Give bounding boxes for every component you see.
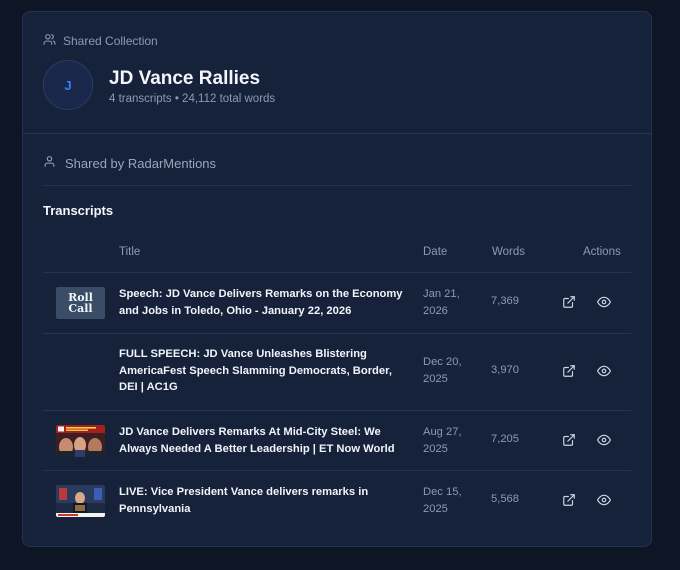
- table-row[interactable]: JD Vance Delivers Remarks At Mid-City St…: [43, 411, 631, 471]
- page-title: JD Vance Rallies: [109, 68, 261, 89]
- row-title[interactable]: LIVE: Vice President Vance delivers rema…: [119, 484, 404, 517]
- user-icon: [43, 155, 56, 171]
- thumbnail-label: Roll Call: [68, 291, 93, 315]
- collection-kicker-label: Shared Collection: [63, 34, 158, 48]
- column-actions: Actions: [583, 246, 621, 258]
- thumbnail-image: [56, 425, 105, 457]
- shared-by-label: Shared by RadarMentions: [65, 155, 217, 171]
- shared-by: Shared by RadarMentions: [43, 155, 216, 171]
- row-date: Dec 20, 2025: [423, 356, 462, 385]
- row-words: 5,568: [491, 493, 519, 505]
- row-words: 7,205: [491, 433, 519, 445]
- eye-icon[interactable]: [597, 433, 611, 447]
- table-header: Title Date Words Actions: [43, 236, 631, 273]
- row-words: 3,970: [491, 364, 519, 376]
- table-row[interactable]: Roll Call Speech: JD Vance Delivers Rema…: [43, 273, 631, 334]
- external-link-icon[interactable]: [562, 364, 576, 378]
- avatar: J: [43, 60, 93, 110]
- external-link-icon[interactable]: [562, 433, 576, 447]
- eye-icon[interactable]: [597, 493, 611, 507]
- row-date: Aug 27, 2025: [423, 426, 462, 455]
- eye-icon[interactable]: [597, 295, 611, 309]
- collection-header: Shared Collection J JD Vance Rallies 4 t…: [23, 12, 651, 134]
- section-title: Transcripts: [43, 203, 114, 218]
- external-link-icon[interactable]: [562, 295, 576, 309]
- collection-stats: 4 transcripts • 24,112 total words: [109, 93, 276, 105]
- table-row[interactable]: FULL SPEECH: JD Vance Unleashes Blisteri…: [43, 334, 631, 411]
- users-icon: [43, 33, 56, 49]
- eye-icon[interactable]: [597, 364, 611, 378]
- row-date: Dec 15, 2025: [423, 486, 462, 515]
- column-words: Words: [492, 246, 526, 258]
- row-date: Jan 21, 2026: [423, 288, 460, 317]
- external-link-icon[interactable]: [562, 493, 576, 507]
- divider: [43, 185, 631, 186]
- column-title: Title: [119, 246, 141, 258]
- collection-card: Shared Collection J JD Vance Rallies 4 t…: [22, 11, 652, 547]
- table-row[interactable]: LIVE: Vice President Vance delivers rema…: [43, 471, 631, 531]
- column-date: Date: [423, 246, 448, 258]
- row-words: 7,369: [491, 295, 519, 307]
- collection-kicker: Shared Collection: [43, 33, 158, 49]
- row-title[interactable]: Speech: JD Vance Delivers Remarks on the…: [119, 286, 404, 319]
- thumbnail-image: [56, 485, 105, 517]
- row-title[interactable]: JD Vance Delivers Remarks At Mid-City St…: [119, 424, 404, 457]
- thumbnail-rollcall-logo: Roll Call: [56, 287, 105, 319]
- row-title[interactable]: FULL SPEECH: JD Vance Unleashes Blisteri…: [119, 346, 404, 396]
